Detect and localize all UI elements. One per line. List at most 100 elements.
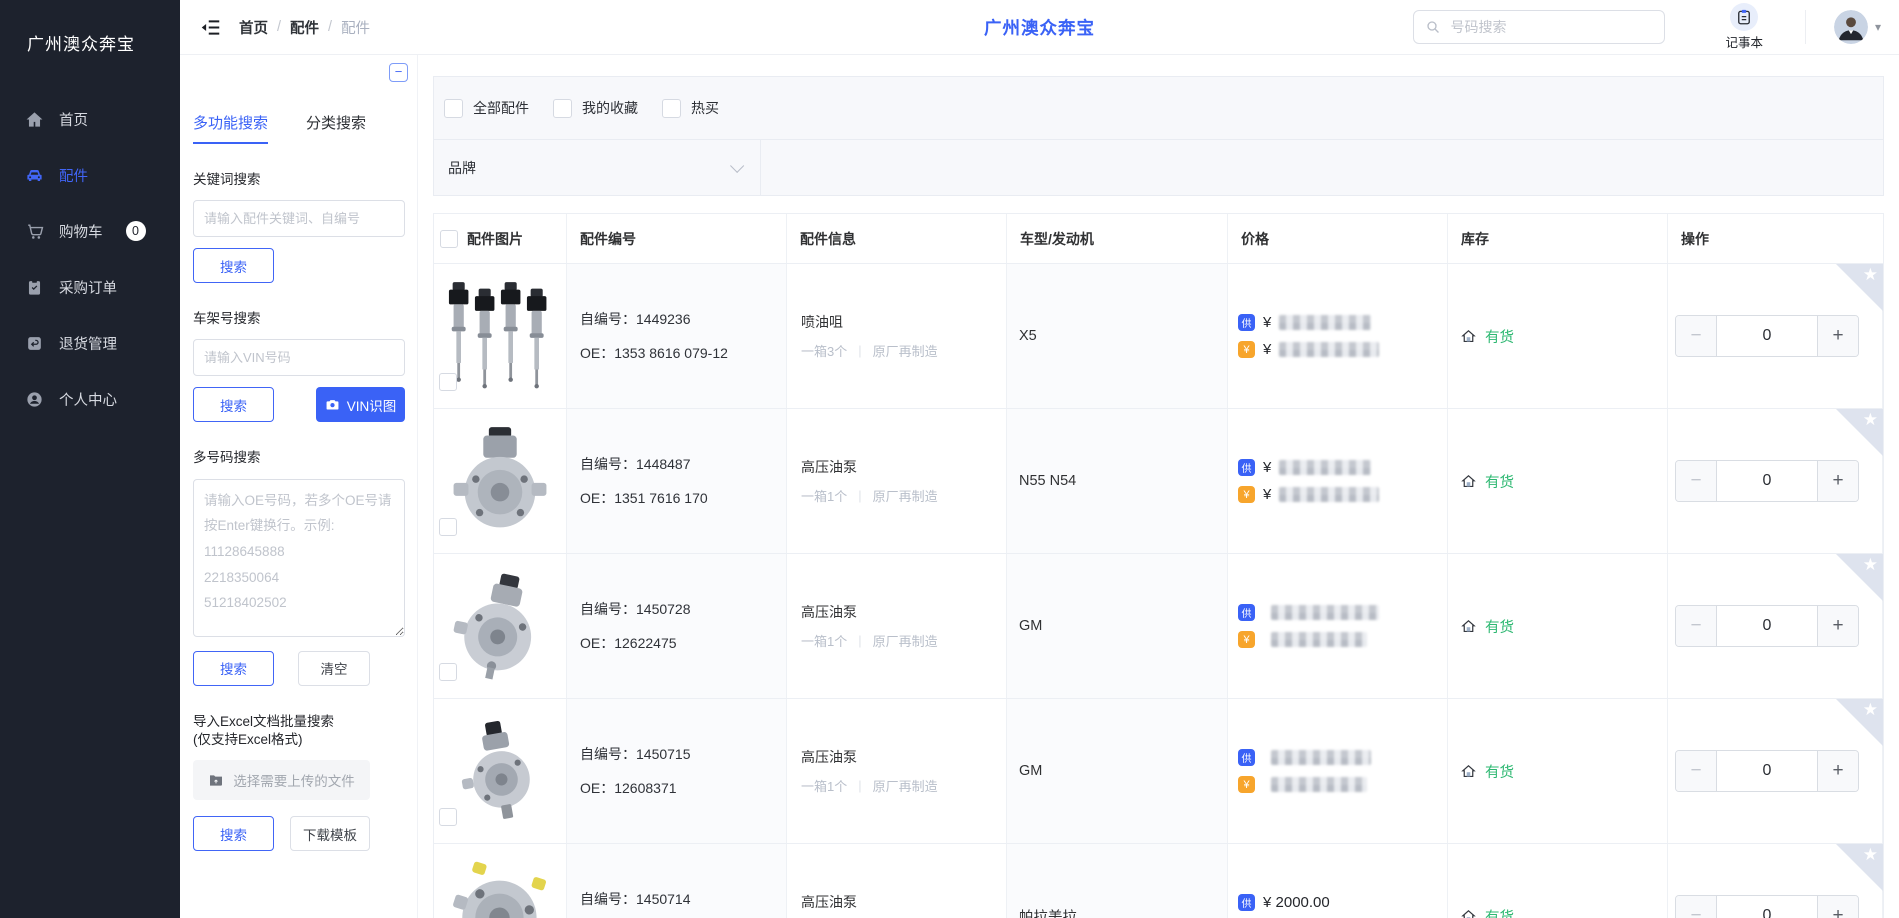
oe-label: OE： bbox=[580, 345, 614, 361]
sidebar-item-returns[interactable]: 退货管理 bbox=[0, 315, 180, 371]
sidebar-item-purchase-orders[interactable]: 采购订单 bbox=[0, 259, 180, 315]
notepad-button[interactable]: 记事本 bbox=[1725, 3, 1763, 51]
camera-icon bbox=[325, 397, 340, 412]
vin-ocr-button[interactable]: VIN识图 bbox=[316, 387, 405, 422]
col-actions: 操作 bbox=[1668, 214, 1883, 263]
decrease-button[interactable]: − bbox=[1676, 316, 1716, 356]
stock-status: 有货 bbox=[1460, 471, 1659, 492]
increase-button[interactable]: + bbox=[1818, 751, 1858, 791]
filter-my-favorites[interactable]: 我的收藏 bbox=[553, 98, 638, 118]
increase-button[interactable]: + bbox=[1818, 461, 1858, 501]
favorite-ribbon[interactable] bbox=[1836, 264, 1883, 311]
quantity-input[interactable] bbox=[1716, 606, 1818, 646]
vin-input[interactable] bbox=[193, 339, 405, 376]
vin-search-button[interactable]: 搜索 bbox=[193, 387, 274, 422]
part-photo[interactable] bbox=[445, 565, 555, 687]
retail-price-icon: ¥ bbox=[1238, 341, 1255, 358]
search-tabs: 多功能搜索 分类搜索 bbox=[193, 112, 405, 144]
breadcrumb-home[interactable]: 首页 bbox=[239, 17, 268, 38]
warehouse-icon bbox=[1460, 328, 1477, 345]
model-engine: 帕拉美拉 bbox=[1019, 906, 1219, 918]
quantity-input[interactable] bbox=[1716, 461, 1818, 501]
download-template-button[interactable]: 下载模板 bbox=[290, 816, 370, 851]
quantity-input[interactable] bbox=[1716, 896, 1818, 918]
part-photo[interactable] bbox=[445, 420, 555, 542]
brand-dropdown[interactable]: 品牌 bbox=[434, 140, 761, 195]
breadcrumb-parts[interactable]: 配件 bbox=[290, 17, 319, 38]
results-area: 全部配件 我的收藏 热买 品牌 bbox=[418, 55, 1899, 918]
blurred-price bbox=[1271, 605, 1379, 620]
excel-search-button[interactable]: 搜索 bbox=[193, 816, 274, 851]
filter-hot[interactable]: 热买 bbox=[662, 98, 719, 118]
favorite-ribbon[interactable] bbox=[1836, 409, 1883, 456]
filter-all-parts[interactable]: 全部配件 bbox=[444, 98, 529, 118]
sidebar-item-profile[interactable]: 个人中心 bbox=[0, 371, 180, 427]
table-header: 配件图片 配件编号 配件信息 车型/发动机 价格 库存 操作 bbox=[434, 214, 1883, 264]
brand-filter-empty bbox=[761, 140, 1883, 195]
decrease-button[interactable]: − bbox=[1676, 896, 1716, 918]
quantity-input[interactable] bbox=[1716, 316, 1818, 356]
checkbox-all-parts[interactable] bbox=[444, 99, 463, 118]
checkbox-hot[interactable] bbox=[662, 99, 681, 118]
decrease-button[interactable]: − bbox=[1676, 606, 1716, 646]
warehouse-icon bbox=[1460, 763, 1477, 780]
panel-collapse-button[interactable]: − bbox=[389, 63, 408, 82]
col-part-info: 配件信息 bbox=[787, 214, 1007, 263]
stock-label: 有货 bbox=[1485, 326, 1514, 347]
chevron-down-icon bbox=[730, 158, 744, 172]
stock-label: 有货 bbox=[1485, 906, 1514, 918]
increase-button[interactable]: + bbox=[1818, 896, 1858, 918]
self-number-value: 1450715 bbox=[636, 746, 691, 762]
increase-button[interactable]: + bbox=[1818, 316, 1858, 356]
quantity-input[interactable] bbox=[1716, 751, 1818, 791]
favorite-ribbon[interactable] bbox=[1836, 699, 1883, 746]
self-number-label: 自编号： bbox=[580, 891, 636, 907]
vin-search-label: 车架号搜索 bbox=[193, 310, 405, 328]
pack-spec: 一箱1个 bbox=[801, 486, 847, 505]
row-checkbox[interactable] bbox=[439, 373, 457, 391]
row-checkbox[interactable] bbox=[439, 808, 457, 826]
quantity-stepper: − + bbox=[1675, 460, 1859, 502]
clear-button[interactable]: 清空 bbox=[298, 651, 370, 686]
excel-import-line2: (仅支持Excel格式) bbox=[193, 731, 405, 749]
sidebar-collapse-icon[interactable] bbox=[200, 17, 221, 38]
sidebar-item-home[interactable]: 首页 bbox=[0, 91, 180, 147]
part-photo[interactable] bbox=[445, 855, 555, 918]
col-price: 价格 bbox=[1228, 214, 1448, 263]
table-row: 自编号：1450728 OE：12622475 高压油泵 一箱1个 | 原厂再制… bbox=[434, 554, 1883, 699]
keyword-search-button[interactable]: 搜索 bbox=[193, 248, 274, 283]
file-upload-button[interactable]: 选择需要上传的文件 bbox=[193, 760, 370, 800]
part-photo[interactable] bbox=[445, 275, 555, 397]
user-menu[interactable]: ▾ bbox=[1834, 10, 1881, 44]
breadcrumb-current: 配件 bbox=[341, 17, 370, 38]
supply-price: ¥ bbox=[1263, 459, 1271, 476]
sidebar-item-parts[interactable]: 配件 bbox=[0, 147, 180, 203]
favorite-ribbon[interactable] bbox=[1836, 554, 1883, 601]
number-search-input[interactable] bbox=[1450, 19, 1653, 35]
checkbox-my-favorites[interactable] bbox=[553, 99, 572, 118]
quantity-stepper: − + bbox=[1675, 605, 1859, 647]
keyword-search-input[interactable] bbox=[193, 200, 405, 237]
decrease-button[interactable]: − bbox=[1676, 751, 1716, 791]
number-search-box bbox=[1413, 10, 1665, 44]
row-checkbox[interactable] bbox=[439, 663, 457, 681]
keyword-search-label: 关键词搜索 bbox=[193, 171, 405, 189]
vin-ocr-label: VIN识图 bbox=[347, 395, 397, 415]
decrease-button[interactable]: − bbox=[1676, 461, 1716, 501]
supply-price: ¥ bbox=[1263, 314, 1271, 331]
increase-button[interactable]: + bbox=[1818, 606, 1858, 646]
tab-category-search[interactable]: 分类搜索 bbox=[306, 112, 366, 144]
info-divider: | bbox=[858, 633, 861, 648]
table-row: 自编号：1450714 OE：948 110 315 72 高压油泵 一箱1个 … bbox=[434, 844, 1883, 918]
supply-price-icon: 供 bbox=[1238, 894, 1255, 911]
retail-price-icon: ¥ bbox=[1238, 776, 1255, 793]
part-photo[interactable] bbox=[445, 710, 555, 832]
sidebar-item-cart[interactable]: 购物车 0 bbox=[0, 203, 180, 259]
select-all-checkbox[interactable] bbox=[440, 230, 458, 248]
favorite-ribbon[interactable] bbox=[1836, 844, 1883, 891]
row-checkbox[interactable] bbox=[439, 518, 457, 536]
tab-multi-search[interactable]: 多功能搜索 bbox=[193, 112, 268, 144]
multi-number-textarea[interactable] bbox=[193, 479, 405, 637]
multi-search-button[interactable]: 搜索 bbox=[193, 651, 274, 686]
oe-label: OE： bbox=[580, 490, 614, 506]
